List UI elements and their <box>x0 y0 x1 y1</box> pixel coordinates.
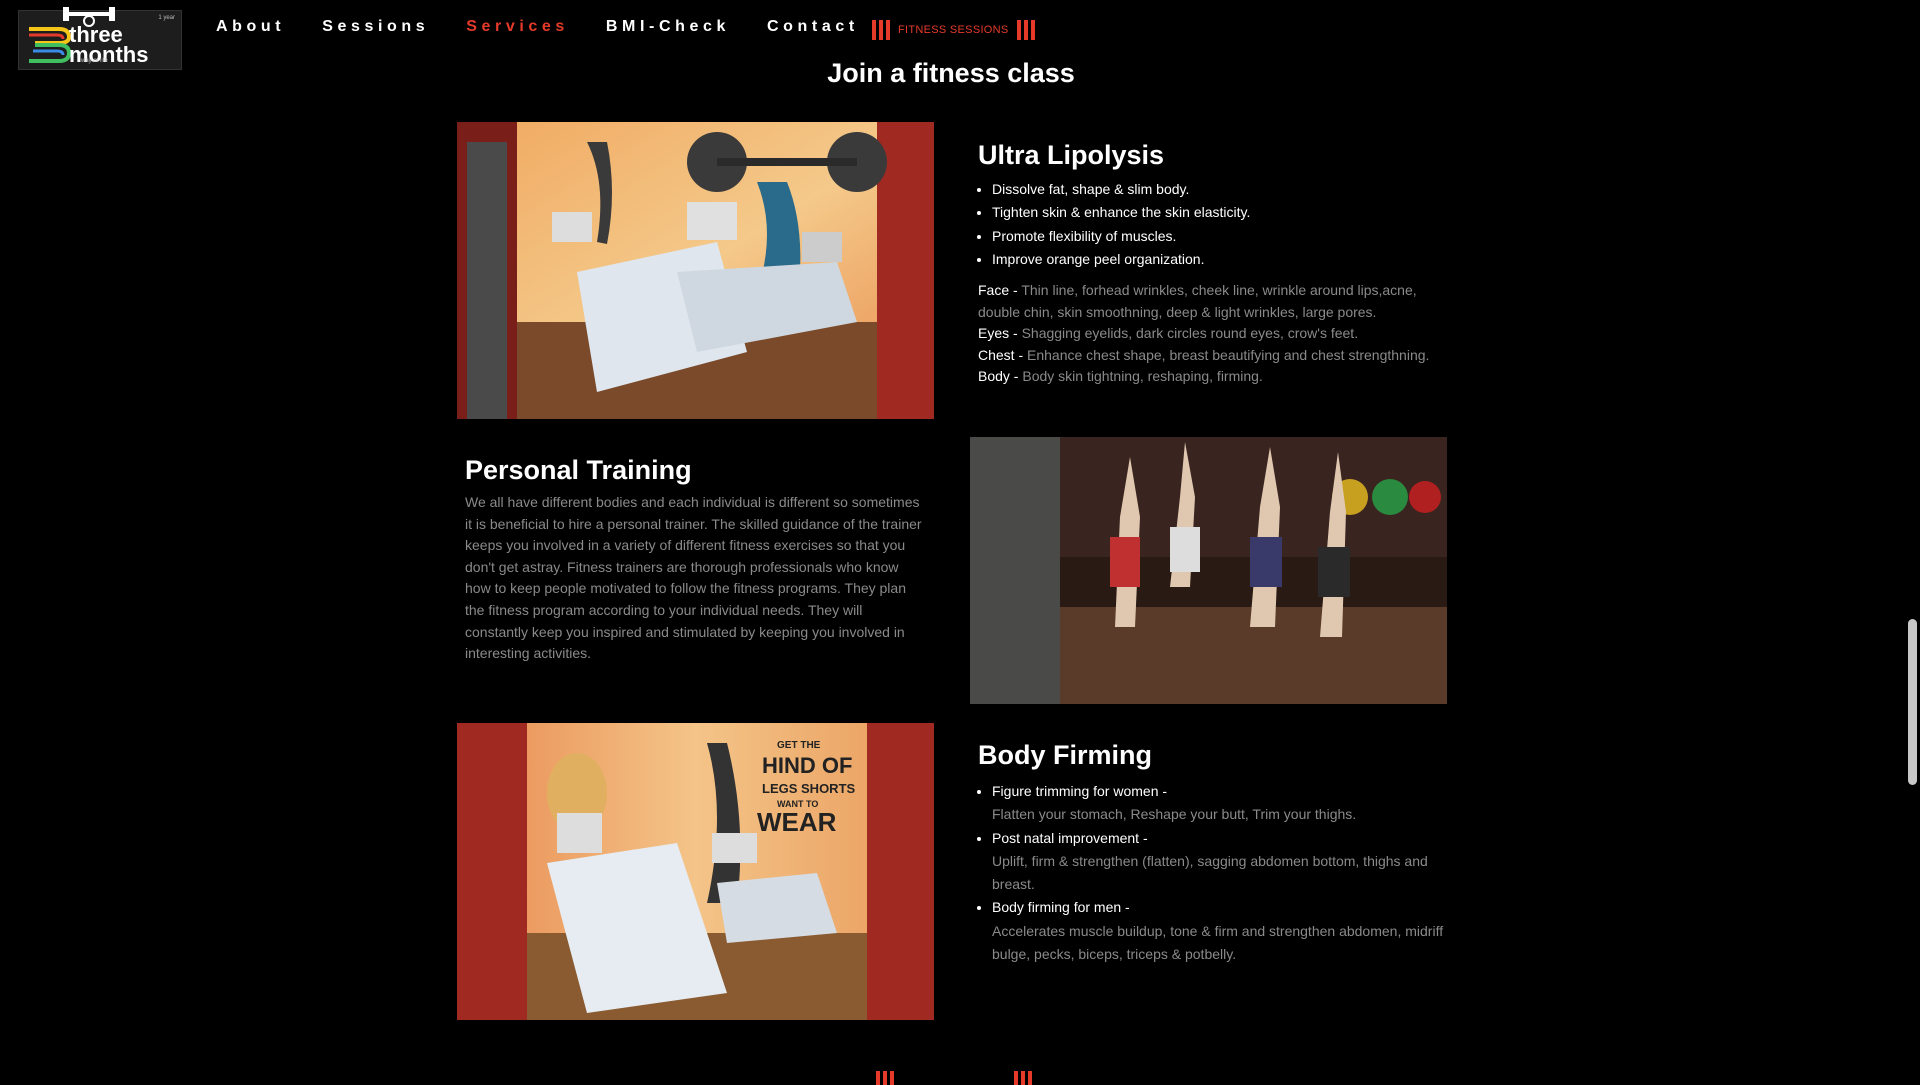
ultra-lipolysis-points: Dissolve fat, shape & slim body. Tighten… <box>978 178 1432 271</box>
personal-training-text: We all have different bodies and each in… <box>465 494 922 662</box>
body-firming-list: Figure trimming for women - Flatten your… <box>978 780 1452 966</box>
list-item: Dissolve fat, shape & slim body. <box>992 178 1432 201</box>
body-firming-photo: GET THE HIND OF LEGS SHORTS WANT TO WEAR <box>457 723 934 1020</box>
list-item: Body firming for men - Accelerates muscl… <box>992 896 1452 966</box>
bottom-badge <box>876 1071 1032 1085</box>
list-item: Post natal improvement - Uplift, firm & … <box>992 827 1452 897</box>
fitness-sessions-badge[interactable]: FITNESS SESSIONS <box>872 20 1035 40</box>
list-item: Promote flexibility of muscles. <box>992 225 1432 248</box>
list-item: Figure trimming for women - Flatten your… <box>992 780 1452 827</box>
firming-text: Accelerates muscle buildup, tone & firm … <box>992 922 1444 963</box>
page-scrollbar[interactable] <box>1903 0 1920 1080</box>
area-text: Shagging eyelids, dark circles round eye… <box>1021 325 1359 342</box>
personal-training-title: Personal Training <box>465 455 692 485</box>
wall-art-line5: WEAR <box>757 807 837 837</box>
bars-left-icon <box>876 1071 894 1085</box>
area-label: Face - <box>978 282 1018 298</box>
ultra-lipolysis-title: Ultra Lipolysis <box>978 140 1165 170</box>
brand-corner: 1 year <box>158 15 175 21</box>
area-text: Enhance chest shape, breast beautifying … <box>1027 346 1430 363</box>
scrollbar-thumb[interactable] <box>1908 619 1917 785</box>
badge-label: FITNESS SESSIONS <box>898 24 1009 36</box>
firming-text: Uplift, firm & strengthen (flatten), sag… <box>992 852 1428 893</box>
nav-contact[interactable]: Contact <box>767 18 859 36</box>
nav-sessions[interactable]: Sessions <box>322 18 429 36</box>
wall-art-line1: GET THE <box>777 740 821 751</box>
nav-about[interactable]: About <box>216 18 285 36</box>
bars-left-icon <box>872 20 890 40</box>
firming-label: Figure trimming for women - <box>992 783 1168 799</box>
personal-training-photo <box>970 437 1447 704</box>
list-item: Tighten skin & enhance the skin elastici… <box>992 201 1432 224</box>
area-label: Body - <box>978 368 1019 385</box>
wall-art-line2: HIND OF <box>762 753 852 778</box>
section-title: Join a fitness class <box>827 58 1075 88</box>
body-firming-title: Body Firming <box>978 740 1152 770</box>
nav-bmi-check[interactable]: BMI-Check <box>606 18 730 36</box>
ultra-lipolysis-areas: Face - Thin line, forhead wrinkles, chee… <box>978 280 1438 388</box>
area-text: Body skin tightning, reshaping, firming. <box>1022 368 1263 385</box>
wall-art-line3: LEGS SHORTS <box>762 781 856 796</box>
firming-text: Flatten your stomach, Reshape your butt,… <box>992 806 1357 823</box>
bars-right-icon <box>1014 1071 1032 1085</box>
ultra-lipolysis-photo <box>457 122 934 419</box>
main-nav: About Sessions Services BMI-Check Contac… <box>216 18 896 36</box>
list-item: Improve orange peel organization. <box>992 248 1432 271</box>
nav-services[interactable]: Services <box>466 18 569 36</box>
area-label: Eyes - <box>978 325 1018 342</box>
area-text: Thin line, forhead wrinkles, cheek line,… <box>978 282 1417 320</box>
firming-label: Body firming for men - <box>992 899 1130 916</box>
bars-right-icon <box>1016 20 1035 40</box>
firming-label: Post natal improvement - <box>992 829 1148 846</box>
area-label: Chest - <box>978 346 1024 363</box>
